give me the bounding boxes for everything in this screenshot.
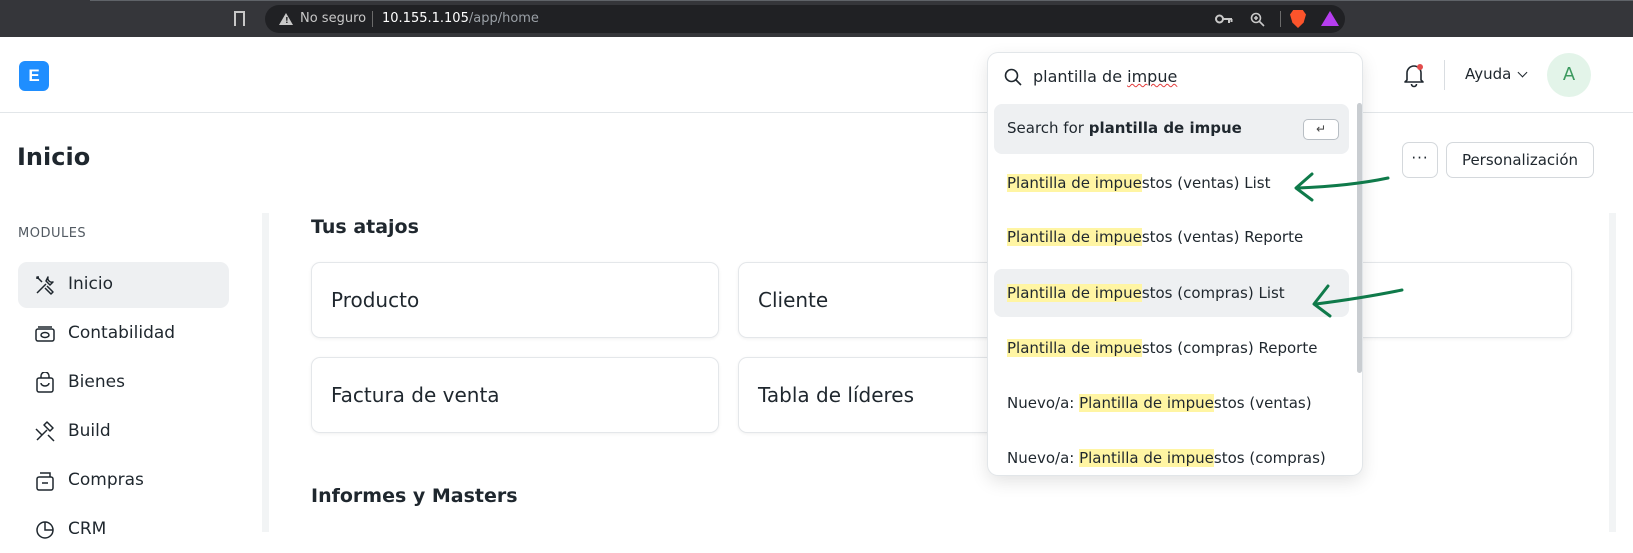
- sidebar-item-label: Compras: [68, 470, 144, 490]
- reports-title: Informes y Masters: [311, 485, 518, 507]
- result-suffix: stos (compras) Reporte: [1141, 339, 1318, 357]
- result-highlight: Plantilla de impue: [1079, 449, 1214, 467]
- search-for-prefix: Search for: [1007, 119, 1089, 137]
- browser-toolbar: ! No seguro 10.155.1.105/app/home: [0, 0, 1633, 37]
- sidebar-item-inicio[interactable]: Inicio: [18, 262, 229, 308]
- help-label: Ayuda: [1465, 65, 1512, 83]
- result-suffix: stos (ventas) Reporte: [1141, 228, 1304, 246]
- result-suffix: stos (compras) List: [1141, 284, 1285, 302]
- sidebar-item-crm[interactable]: CRM: [18, 507, 229, 553]
- crm-icon: [36, 521, 54, 539]
- url-host: 10.155.1.105: [382, 11, 469, 26]
- search-query-misspelled: impue: [1127, 67, 1178, 86]
- sidebar-item-label: Contabilidad: [68, 323, 176, 343]
- url-path: /app/home: [468, 11, 539, 26]
- security-label[interactable]: No seguro: [300, 11, 366, 26]
- avatar[interactable]: A: [1547, 53, 1591, 97]
- accounting-icon: [35, 326, 55, 342]
- search-query-text: plantilla de: [1033, 67, 1128, 86]
- sidebar-item-compras[interactable]: Compras: [18, 458, 229, 504]
- more-actions-button[interactable]: ···: [1402, 142, 1438, 178]
- result-prefix: Nuevo/a:: [1007, 394, 1080, 412]
- result-highlight: Plantilla de impue: [1007, 339, 1142, 357]
- customize-button[interactable]: Personalización: [1446, 142, 1594, 178]
- search-input[interactable]: plantilla de impue: [1033, 63, 1333, 91]
- address-divider: [1280, 11, 1281, 27]
- main-scroll-edge: [262, 213, 269, 532]
- notification-bell-icon[interactable]: [1402, 62, 1426, 88]
- result-highlight: Plantilla de impue: [1007, 228, 1142, 246]
- navbar-divider: [1444, 60, 1445, 90]
- main-scroll-edge: [1609, 213, 1616, 532]
- hammer-icon: [35, 421, 55, 442]
- sidebar-item-build[interactable]: Build: [18, 409, 229, 455]
- result-prefix: Nuevo/a:: [1007, 449, 1080, 467]
- warning-icon: !: [279, 13, 293, 25]
- sidebar-item-label: Build: [68, 421, 111, 441]
- search-result[interactable]: Nuevo/a: Plantilla de impuestos (compras…: [994, 434, 1349, 475]
- sidebar-item-label: CRM: [68, 519, 107, 539]
- search-icon: [1004, 68, 1022, 86]
- url-text[interactable]: 10.155.1.105/app/home: [382, 11, 539, 26]
- bookmark-icon[interactable]: [234, 11, 245, 29]
- address-divider: [372, 11, 373, 27]
- brave-shields-icon[interactable]: [1290, 10, 1306, 28]
- search-result[interactable]: Plantilla de impuestos (compras) Reporte: [994, 324, 1349, 372]
- result-suffix: stos (compras): [1213, 449, 1326, 467]
- purchase-icon: [36, 472, 54, 491]
- search-dropdown: plantilla de impue Search for plantilla …: [988, 53, 1362, 475]
- shortcut-label: Cliente: [758, 288, 829, 312]
- address-bar[interactable]: ! No seguro 10.155.1.105/app/home: [265, 5, 1345, 33]
- help-dropdown[interactable]: Ayuda: [1465, 65, 1528, 83]
- sidebar-item-label: Inicio: [68, 274, 113, 294]
- search-result[interactable]: Nuevo/a: Plantilla de impuestos (ventas): [994, 379, 1349, 427]
- enter-key-icon: ↵: [1303, 119, 1339, 140]
- result-suffix: stos (ventas) List: [1141, 174, 1271, 192]
- page-title: Inicio: [17, 143, 91, 171]
- shortcut-label: Tabla de líderes: [758, 383, 915, 407]
- search-for-query: plantilla de impue: [1088, 119, 1242, 137]
- sidebar-item-contabilidad[interactable]: Contabilidad: [18, 311, 229, 357]
- box-icon: [36, 372, 54, 393]
- app-logo[interactable]: E: [19, 61, 49, 91]
- annotation-arrow-icon: [1312, 284, 1404, 318]
- shortcuts-title: Tus atajos: [311, 216, 419, 238]
- result-suffix: stos (ventas): [1213, 394, 1312, 412]
- sidebar-item-label: Bienes: [68, 372, 125, 392]
- search-scrollbar[interactable]: [1357, 103, 1362, 373]
- key-icon[interactable]: [1215, 13, 1233, 25]
- brave-rewards-icon[interactable]: [1321, 11, 1339, 26]
- result-highlight: Plantilla de impue: [1079, 394, 1214, 412]
- shortcut-label: Factura de venta: [331, 383, 500, 407]
- chevron-down-icon: [1517, 67, 1528, 78]
- sidebar-item-bienes[interactable]: Bienes: [18, 360, 229, 406]
- shortcut-label: Producto: [331, 288, 420, 312]
- shortcut-card[interactable]: Factura de venta: [311, 357, 719, 433]
- annotation-arrow-icon: [1294, 172, 1390, 202]
- shortcut-card[interactable]: Producto: [311, 262, 719, 338]
- sidebar-section-label: MODULES: [18, 226, 87, 241]
- search-for-option[interactable]: Search for plantilla de impue ↵: [994, 104, 1349, 154]
- tools-icon: [36, 276, 54, 295]
- tab-strip-edge: [90, 0, 1633, 1]
- search-result[interactable]: Plantilla de impuestos (compras) List: [994, 269, 1349, 317]
- search-for-label: Search for plantilla de impue: [1007, 119, 1242, 137]
- app-navbar: E Ayuda A: [0, 37, 1633, 113]
- result-highlight: Plantilla de impue: [1007, 284, 1142, 302]
- result-highlight: Plantilla de impue: [1007, 174, 1142, 192]
- zoom-icon[interactable]: [1250, 12, 1265, 27]
- search-result[interactable]: Plantilla de impuestos (ventas) Reporte: [994, 213, 1349, 261]
